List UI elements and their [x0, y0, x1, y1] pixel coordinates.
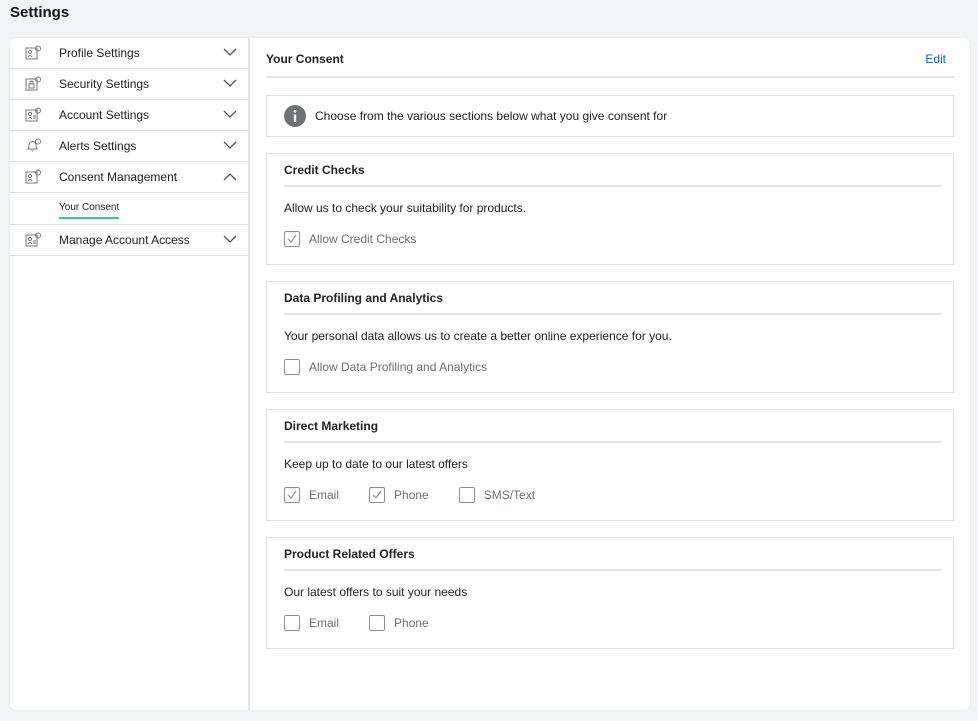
- chevron-down-icon[interactable]: [223, 48, 237, 57]
- allow-data-profiling-checkbox[interactable]: Allow Data Profiling and Analytics: [284, 359, 487, 375]
- section-direct-marketing: Direct Marketing Keep up to date to our …: [266, 409, 954, 521]
- sidebar-item-security-settings[interactable]: Security Settings: [10, 69, 248, 100]
- sidebar-item-alerts-settings[interactable]: Alerts Settings: [10, 131, 248, 162]
- checkbox-label: Allow Credit Checks: [309, 232, 417, 246]
- account-settings-icon: [25, 107, 41, 122]
- settings-card: Profile Settings Security Settings Accou…: [10, 38, 970, 710]
- sidebar-item-consent-management[interactable]: Consent Management: [10, 162, 248, 193]
- info-icon: [284, 105, 306, 127]
- checkbox-label: Phone: [394, 488, 429, 502]
- sidebar-item-label: Security Settings: [59, 77, 150, 91]
- sidebar-item-profile-settings[interactable]: Profile Settings: [10, 38, 248, 69]
- sidebar-item-label: Manage Account Access: [59, 233, 190, 247]
- section-product-offers: Product Related Offers Our latest offers…: [266, 537, 954, 649]
- options-row: Allow Data Profiling and Analytics: [284, 359, 517, 375]
- checkbox-box[interactable]: [284, 231, 300, 247]
- section-divider: [284, 441, 942, 443]
- checkbox-label: Email: [309, 488, 340, 502]
- consent-management-icon: [25, 169, 41, 184]
- checkbox-box[interactable]: [284, 359, 300, 375]
- sidebar-item-account-settings[interactable]: Account Settings: [10, 100, 248, 131]
- offers-phone-checkbox[interactable]: Phone: [369, 615, 429, 631]
- sidebar-item-label: Consent Management: [59, 170, 178, 184]
- section-divider: [284, 185, 942, 187]
- sidebar-item-label: Alerts Settings: [59, 139, 137, 153]
- chevron-down-icon[interactable]: [223, 79, 237, 88]
- info-text: Choose from the various sections below w…: [315, 109, 668, 123]
- marketing-sms-checkbox[interactable]: SMS/Text: [458, 487, 536, 503]
- manage-account-access-icon: [25, 232, 41, 247]
- marketing-phone-checkbox[interactable]: Phone: [369, 487, 429, 503]
- main-header: Your Consent Edit: [266, 38, 954, 78]
- section-credit-checks: Credit Checks Allow us to check your sui…: [266, 153, 954, 265]
- sidebar-subitem-your-consent: Your Consent: [10, 193, 248, 225]
- section-divider: [284, 569, 942, 571]
- main-title: Your Consent: [266, 52, 344, 66]
- options-row: Allow Credit Checks: [284, 231, 446, 247]
- checkbox-box[interactable]: [369, 615, 386, 631]
- allow-credit-checks-checkbox[interactable]: Allow Credit Checks: [284, 231, 416, 247]
- profile-settings-icon: [25, 45, 41, 60]
- section-description: Keep up to date to our latest offers: [284, 457, 468, 471]
- checkbox-label: Phone: [394, 616, 429, 630]
- sidebar-item-label: Account Settings: [59, 108, 150, 122]
- options-row: Email Phone SMS/Text: [284, 487, 565, 503]
- marketing-email-checkbox[interactable]: Email: [284, 487, 339, 503]
- chevron-up-icon[interactable]: [223, 172, 237, 181]
- section-title: Direct Marketing: [284, 419, 379, 433]
- checkbox-box[interactable]: [458, 487, 475, 503]
- checkbox-label: Email: [309, 616, 340, 630]
- page-title: Settings: [10, 4, 70, 21]
- checkmark-icon: [287, 490, 297, 499]
- chevron-down-icon[interactable]: [223, 235, 237, 244]
- sidebar-subitem-label[interactable]: Your Consent: [59, 202, 120, 219]
- section-description: Your personal data allows us to create a…: [284, 329, 672, 343]
- section-description: Our latest offers to suit your needs: [284, 585, 468, 599]
- section-title: Credit Checks: [284, 163, 365, 177]
- checkbox-label: SMS/Text: [483, 488, 536, 502]
- checkbox-box[interactable]: [284, 487, 300, 503]
- main-panel: Your Consent Edit Choose from the variou…: [266, 38, 954, 710]
- checkbox-label: Allow Data Profiling and Analytics: [309, 360, 488, 374]
- checkmark-icon: [287, 234, 297, 243]
- offers-email-checkbox[interactable]: Email: [284, 615, 339, 631]
- bell-icon: [26, 138, 41, 152]
- section-divider: [284, 313, 942, 315]
- chevron-down-icon[interactable]: [223, 110, 237, 119]
- security-settings-icon: [25, 76, 41, 91]
- section-title: Product Related Offers: [284, 547, 415, 561]
- chevron-down-icon[interactable]: [223, 141, 237, 150]
- section-title: Data Profiling and Analytics: [284, 291, 443, 305]
- section-description: Allow us to check your suitability for p…: [284, 201, 527, 215]
- options-row: Email Phone: [284, 615, 459, 631]
- section-data-profiling: Data Profiling and Analytics Your person…: [266, 281, 954, 393]
- sidebar: Profile Settings Security Settings Accou…: [10, 38, 250, 710]
- info-banner: Choose from the various sections below w…: [266, 95, 954, 137]
- sidebar-item-manage-account-access[interactable]: Manage Account Access: [10, 225, 248, 256]
- checkmark-icon: [372, 490, 382, 499]
- sidebar-item-label: Profile Settings: [59, 46, 140, 60]
- checkbox-box[interactable]: [284, 615, 300, 631]
- checkbox-box[interactable]: [369, 487, 386, 503]
- edit-link[interactable]: Edit: [925, 52, 946, 66]
